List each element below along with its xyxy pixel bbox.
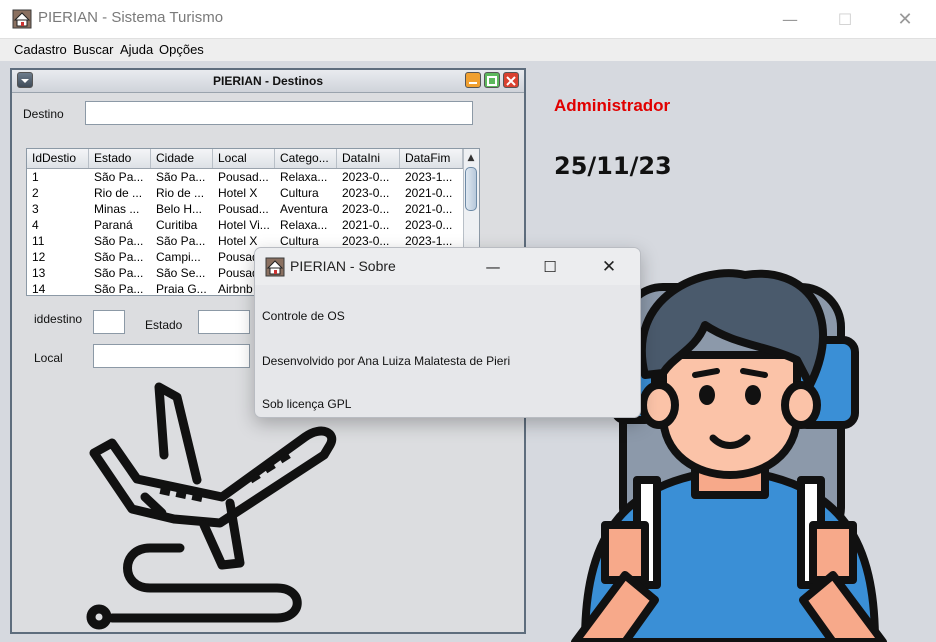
maximize-button[interactable]: ☐ <box>822 0 868 38</box>
table-cell: Praia G... <box>156 282 207 296</box>
table-header: IdDestio Estado Cidade Local Catego... D… <box>27 149 463 169</box>
table-cell: São Pa... <box>94 282 144 296</box>
table-cell: 3 <box>32 202 39 216</box>
col-estado[interactable]: Estado <box>89 149 151 168</box>
table-cell: Rio de ... <box>94 186 143 200</box>
table-cell: 1 <box>32 170 39 184</box>
scroll-up-icon[interactable]: ▲ <box>465 150 477 166</box>
sobre-title-bar: PIERIAN - Sobre — ☐ ✕ <box>255 248 640 285</box>
sobre-minimize-button[interactable]: — <box>470 248 516 285</box>
table-cell: Minas ... <box>94 202 140 216</box>
table-cell: 13 <box>32 266 46 280</box>
table-cell: Pousad... <box>218 170 269 184</box>
close-icon: ✕ <box>601 256 617 277</box>
sobre-line-2: Desenvolvido por Ana Luiza Malatesta de … <box>262 354 511 368</box>
menu-bar: Cadastro Buscar Ajuda Opções <box>0 39 936 61</box>
table-cell: São Se... <box>156 266 206 280</box>
app-house-icon <box>12 9 32 29</box>
estado-label: Estado <box>145 318 183 332</box>
destinos-title: PIERIAN - Destinos <box>212 74 323 88</box>
table-cell: 11 <box>32 234 45 248</box>
col-cidade[interactable]: Cidade <box>151 149 213 168</box>
table-cell: Paraná <box>94 218 133 232</box>
table-cell: São Pa... <box>94 266 144 280</box>
close-icon <box>506 76 516 86</box>
table-cell: 2021-0... <box>342 218 390 232</box>
table-row[interactable]: 3 Minas ... Belo H... Pousad... Aventura 2023… <box>27 201 463 217</box>
table-row[interactable]: 4 Paraná Curitiba Hotel Vi... Relaxa... 2021-… <box>27 217 463 233</box>
close-button[interactable]: ✕ <box>882 0 928 38</box>
col-local[interactable]: Local <box>213 149 275 168</box>
menu-ajuda[interactable]: Ajuda <box>120 42 153 57</box>
maximize-icon <box>487 76 497 86</box>
table-cell: São Pa... <box>94 250 144 264</box>
destinos-title-bar: PIERIAN - Destinos <box>12 70 524 93</box>
table-cell: 2021-0... <box>405 186 453 200</box>
minimize-button[interactable]: — <box>767 0 813 38</box>
table-cell: 2021-0... <box>405 202 453 216</box>
table-cell: 4 <box>32 218 39 232</box>
iddestino-label: iddestino <box>34 312 83 326</box>
table-cell: 2023-1... <box>405 170 453 184</box>
destino-input[interactable] <box>85 101 473 125</box>
maximize-icon: ☐ <box>543 257 557 276</box>
table-cell: 12 <box>32 250 46 264</box>
menu-cadastro[interactable]: Cadastro <box>14 42 67 57</box>
sobre-line-3: Sob licença GPL <box>262 397 352 411</box>
close-icon: ✕ <box>897 8 913 30</box>
table-cell: 2023-0... <box>342 202 390 216</box>
minimize-icon: — <box>485 257 501 276</box>
frame-close-button[interactable] <box>503 72 519 88</box>
table-cell: Relaxa... <box>280 218 328 232</box>
iddestino-input[interactable] <box>93 310 125 334</box>
frame-maximize-button[interactable] <box>484 72 500 88</box>
sobre-line-1: Controle de OS <box>262 309 345 323</box>
window-title: PIERIAN - Sistema Turismo <box>38 9 224 26</box>
table-cell: Relaxa... <box>280 170 328 184</box>
table-cell: Hotel X <box>218 186 258 200</box>
app-house-icon <box>265 257 285 277</box>
table-cell: 14 <box>32 282 46 296</box>
sobre-dialog: PIERIAN - Sobre — ☐ ✕ Controle de OS Des… <box>254 247 641 418</box>
sobre-close-button[interactable]: ✕ <box>586 248 632 285</box>
table-cell: 2023-0... <box>342 170 390 184</box>
col-dataini[interactable]: DataIni <box>337 149 400 168</box>
table-cell: São Pa... <box>156 234 206 248</box>
col-categoria[interactable]: Catego... <box>275 149 337 168</box>
table-cell: Cultura <box>280 186 319 200</box>
table-cell: São Pa... <box>156 170 206 184</box>
local-input[interactable] <box>93 344 250 368</box>
estado-input[interactable] <box>198 310 250 334</box>
local-label: Local <box>34 351 63 365</box>
scroll-thumb[interactable] <box>465 167 477 211</box>
table-cell: Hotel Vi... <box>218 218 270 232</box>
table-cell: Aventura <box>280 202 328 216</box>
menu-opcoes[interactable]: Opções <box>159 42 204 57</box>
table-cell: 2023-0... <box>405 218 453 232</box>
date-label: 25/11/23 <box>554 152 672 180</box>
frame-minimize-button[interactable] <box>465 72 481 88</box>
table-row[interactable]: 1 São Pa... São Pa... Pousad... Relaxa... 202… <box>27 169 463 185</box>
minimize-icon <box>469 82 477 84</box>
menu-buscar[interactable]: Buscar <box>73 42 113 57</box>
table-cell: Belo H... <box>156 202 203 216</box>
table-cell: Rio de ... <box>156 186 205 200</box>
table-cell: Curitiba <box>156 218 198 232</box>
sobre-maximize-button[interactable]: ☐ <box>527 248 573 285</box>
minimize-icon: — <box>782 9 798 29</box>
sobre-title: PIERIAN - Sobre <box>290 258 396 274</box>
table-cell: 2023-0... <box>342 186 390 200</box>
maximize-icon: ☐ <box>837 9 853 29</box>
table-row[interactable]: 2 Rio de ... Rio de ... Hotel X Cultura 2023-… <box>27 185 463 201</box>
destino-label: Destino <box>23 107 64 121</box>
col-iddestio[interactable]: IdDestio <box>27 149 89 168</box>
col-datafim[interactable]: DataFim <box>400 149 463 168</box>
table-cell: São Pa... <box>94 234 144 248</box>
table-cell: 2 <box>32 186 39 200</box>
user-role-label: Administrador <box>554 96 671 115</box>
table-cell: São Pa... <box>94 170 144 184</box>
window-title-bar: PIERIAN - Sistema Turismo — ☐ ✕ <box>0 0 936 39</box>
table-cell: Campi... <box>156 250 201 264</box>
table-cell: Pousad... <box>218 202 269 216</box>
